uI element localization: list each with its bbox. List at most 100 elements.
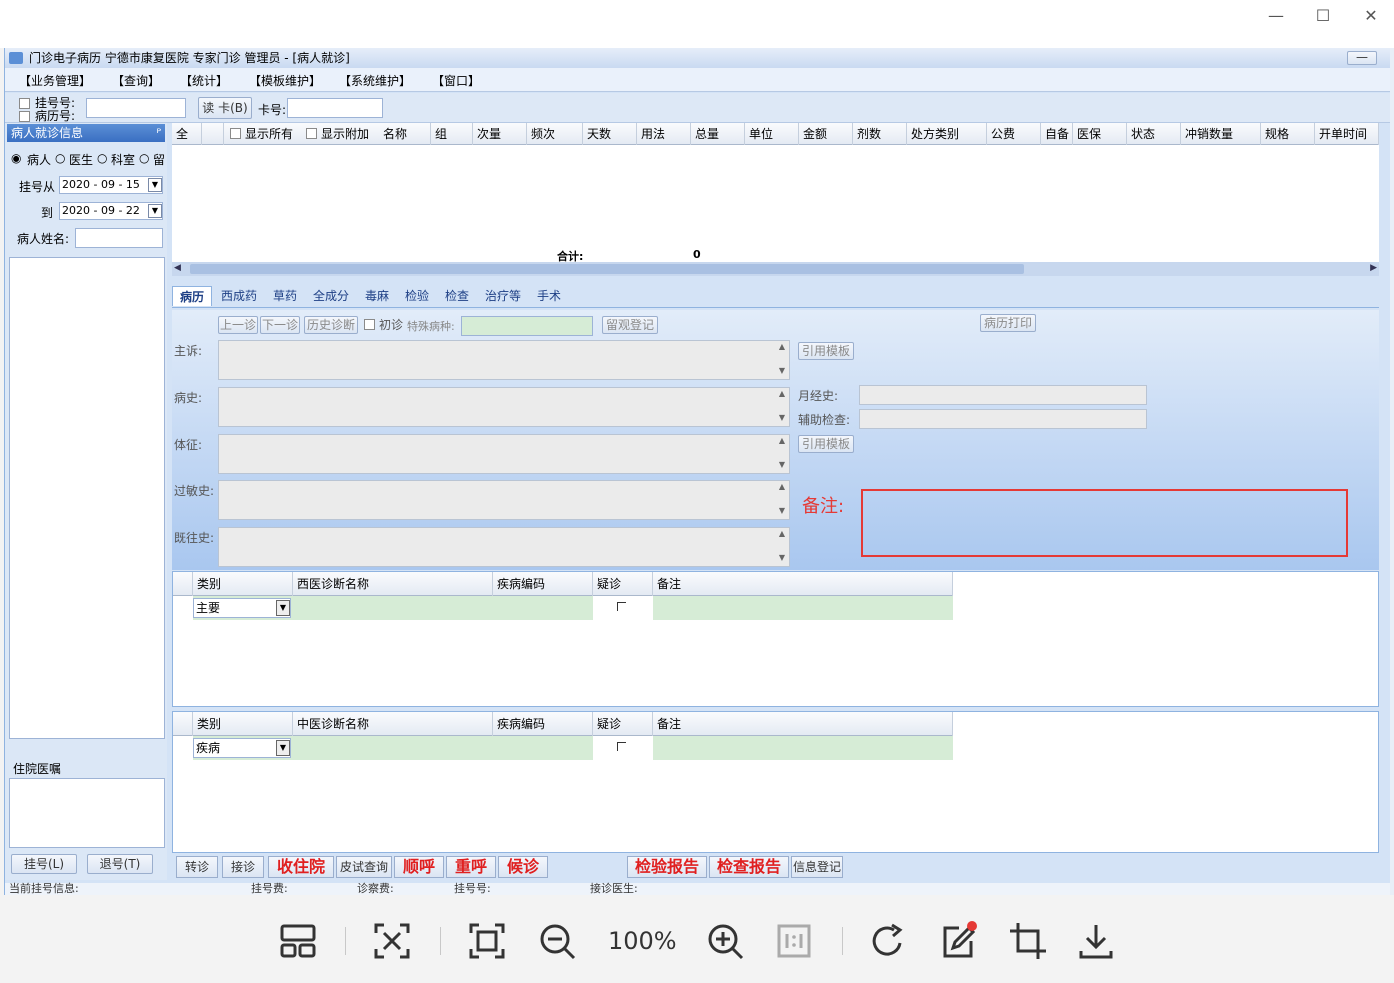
radio-patient-icon[interactable]: ◉ <box>11 151 21 165</box>
scroll-icon[interactable]: ▲ ▼ <box>775 435 789 473</box>
info-register-button[interactable]: 信息登记 <box>791 856 843 878</box>
checkbox-icon[interactable] <box>617 742 626 751</box>
zoom-out-icon[interactable] <box>535 919 579 963</box>
history-textarea[interactable]: ▲ ▼ <box>218 387 790 427</box>
tab-herbal[interactable]: 草药 <box>266 286 304 306</box>
chinese-col-type[interactable]: 类别 <box>193 712 293 736</box>
layout-icon[interactable] <box>276 919 320 963</box>
receive-button[interactable]: 接诊 <box>222 856 264 878</box>
scroll-icon[interactable]: ▲ ▼ <box>775 528 789 566</box>
lab-report-button[interactable]: 检验报告 <box>627 856 707 878</box>
unregister-button[interactable]: 退号(T) <box>87 854 153 874</box>
chinese-col-code[interactable]: 疾病编码 <box>493 712 593 736</box>
patient-name-input[interactable] <box>75 228 163 248</box>
allergy-history-textarea[interactable]: ▲ ▼ <box>218 480 790 520</box>
call-next-button[interactable]: 顺呼 <box>394 856 444 878</box>
grid-col-days[interactable]: 天数 <box>583 123 637 145</box>
show-all-checkbox[interactable] <box>230 128 241 139</box>
radio-dept-icon[interactable]: ○ <box>97 151 107 165</box>
menu-system[interactable]: 【系统维护】 <box>339 72 411 89</box>
grid-col-status[interactable]: 状态 <box>1127 123 1181 145</box>
tab-full-ingredient[interactable]: 全成分 <box>306 286 356 306</box>
grid-col-rx-category[interactable]: 处方类别 <box>907 123 987 145</box>
western-suspect-cell[interactable] <box>593 596 653 620</box>
chinese-col-suspect[interactable]: 疑诊 <box>593 712 653 736</box>
menu-business[interactable]: 【业务管理】 <box>19 72 91 89</box>
fit-screen-icon[interactable] <box>465 919 509 963</box>
scroll-icon[interactable]: ▲ ▼ <box>775 341 789 379</box>
special-disease-input[interactable] <box>461 316 593 336</box>
scroll-icon[interactable]: ▲ ▼ <box>775 388 789 426</box>
reg-no-checkbox[interactable] <box>19 98 30 109</box>
exam-report-button[interactable]: 检查报告 <box>709 856 789 878</box>
chevron-down-icon[interactable]: ▼ <box>276 600 290 616</box>
prescription-grid-body[interactable]: 合计: 0 <box>172 145 1379 263</box>
wait-button[interactable]: 候诊 <box>498 856 548 878</box>
scroll-left-icon[interactable]: ◀ <box>174 263 181 273</box>
grid-col-order-time[interactable]: 开单时间 <box>1315 123 1379 145</box>
download-icon[interactable] <box>1074 919 1118 963</box>
grid-col-name[interactable]: 名称 <box>379 123 431 145</box>
scroll-thumb[interactable] <box>190 264 1024 274</box>
next-visit-button[interactable]: 下一诊 <box>260 316 300 334</box>
table-row[interactable]: 疾病 ▼ <box>193 736 953 760</box>
menstrual-history-input[interactable] <box>859 385 1147 405</box>
rotate-icon[interactable] <box>866 919 910 963</box>
tab-lab[interactable]: 检验 <box>398 286 436 306</box>
grid-col-amount[interactable]: 金额 <box>799 123 853 145</box>
grid-col-offset-qty[interactable]: 冲销数量 <box>1181 123 1261 145</box>
app-minimize-button[interactable]: — <box>1347 51 1377 65</box>
transfer-button[interactable]: 转诊 <box>176 856 218 878</box>
western-col-name[interactable]: 西医诊断名称 <box>293 572 493 596</box>
chevron-down-icon[interactable]: ▼ <box>148 178 162 192</box>
physical-exam-textarea[interactable]: ▲ ▼ <box>218 434 790 474</box>
grid-col-group[interactable]: 组 <box>431 123 473 145</box>
tab-surgery[interactable]: 手术 <box>530 286 568 306</box>
recall-button[interactable]: 重呼 <box>446 856 496 878</box>
grid-col-all[interactable]: 全 <box>172 123 202 145</box>
radio-stay-icon[interactable]: ○ <box>139 151 149 165</box>
menu-query[interactable]: 【查询】 <box>112 72 160 89</box>
menu-window[interactable]: 【窗口】 <box>432 72 480 89</box>
card-no-input[interactable] <box>287 98 383 118</box>
pin-icon[interactable]: ᴾ <box>156 124 161 142</box>
grid-col-total[interactable]: 总量 <box>691 123 745 145</box>
chinese-col-remark[interactable]: 备注 <box>653 712 953 736</box>
tab-record[interactable]: 病历 <box>172 286 212 306</box>
translate-icon[interactable] <box>370 919 414 963</box>
tab-treatment[interactable]: 治疗等 <box>478 286 528 306</box>
maximize-button[interactable]: ☐ <box>1311 6 1335 26</box>
western-type-select[interactable]: 主要 ▼ <box>193 598 291 618</box>
prev-visit-button[interactable]: 上一诊 <box>218 316 258 334</box>
grid-col-dose[interactable]: 次量 <box>473 123 527 145</box>
chinese-type-select[interactable]: 疾病 ▼ <box>193 738 291 758</box>
use-template-button-2[interactable]: 引用模板 <box>798 435 854 453</box>
scroll-right-icon[interactable]: ▶ <box>1370 263 1377 273</box>
read-card-button[interactable]: 读 卡(B) <box>198 97 252 119</box>
zoom-in-icon[interactable] <box>703 919 747 963</box>
grid-col-insurance[interactable]: 医保 <box>1073 123 1127 145</box>
grid-col-frequency[interactable]: 频次 <box>527 123 583 145</box>
grid-col-doses[interactable]: 剂数 <box>853 123 907 145</box>
patient-list[interactable] <box>9 257 165 739</box>
edit-icon[interactable] <box>937 919 981 963</box>
grid-col-spec[interactable]: 规格 <box>1261 123 1315 145</box>
close-button[interactable]: ✕ <box>1359 6 1383 26</box>
aux-exam-input[interactable] <box>859 409 1147 429</box>
record-no-checkbox[interactable] <box>19 111 30 122</box>
grid-horizontal-scrollbar[interactable]: ◀ ▶ <box>172 262 1379 276</box>
chevron-down-icon[interactable]: ▼ <box>276 740 290 756</box>
checkbox-icon[interactable] <box>617 602 626 611</box>
chevron-down-icon[interactable]: ▼ <box>148 204 162 218</box>
grid-col-public[interactable]: 公费 <box>987 123 1041 145</box>
history-diag-button[interactable]: 历史诊断 <box>304 316 358 334</box>
date-from-picker[interactable]: 2020 - 09 - 15 ▼ <box>59 176 163 194</box>
skin-test-button[interactable]: 皮试查询 <box>336 856 392 878</box>
chinese-col-name[interactable]: 中医诊断名称 <box>293 712 493 736</box>
remark-highlight-box[interactable] <box>861 489 1348 557</box>
radio-doctor-icon[interactable]: ○ <box>55 151 65 165</box>
print-record-button[interactable]: 病历打印 <box>980 314 1036 332</box>
actual-size-icon[interactable] <box>772 919 816 963</box>
admit-button[interactable]: 收住院 <box>268 856 334 878</box>
scroll-icon[interactable]: ▲ ▼ <box>775 481 789 519</box>
